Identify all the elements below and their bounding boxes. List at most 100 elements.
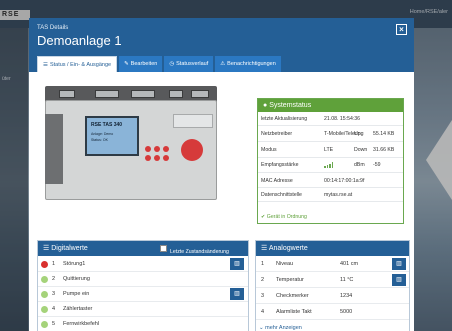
close-icon[interactable]: × bbox=[396, 24, 407, 35]
analog-row: 2 Temperatur 11 °C ▥ bbox=[256, 273, 409, 288]
system-status-header: ● Systemstatus bbox=[258, 99, 403, 112]
device-button bbox=[145, 146, 151, 152]
interface-label: Datenschnittstelle bbox=[261, 192, 302, 198]
list-icon: ☰ bbox=[261, 245, 269, 252]
device-button bbox=[163, 146, 169, 152]
tab-history-label: Statusverlauf bbox=[176, 61, 209, 67]
mac-value: 00:14:17:00:1a:9f bbox=[324, 178, 365, 184]
device-screen-title: RSE TAS 340 bbox=[91, 122, 123, 128]
chart-button[interactable]: ▥ bbox=[392, 274, 406, 286]
mode-row: Modus LTE Down 31.66 KB bbox=[258, 142, 403, 158]
tab-status[interactable]: ☰ Status / Ein- & Ausgänge bbox=[37, 56, 118, 72]
device-module bbox=[173, 114, 213, 128]
down-label: Down bbox=[354, 147, 368, 153]
inactive-status-icon bbox=[41, 306, 48, 313]
interface-value: mytas.rse.at bbox=[324, 192, 353, 198]
list-icon: ☰ bbox=[43, 245, 52, 252]
show-more-label: mehr Anzeigen bbox=[265, 325, 302, 331]
digital-row-number: 1 bbox=[52, 261, 56, 267]
last-update-row: letzte Aktualisierung 21.08. 15:54:36 bbox=[258, 113, 403, 126]
digital-values-header: ☰ Digitalwerte Letzte Zustandsänderung bbox=[38, 241, 248, 256]
digital-values-panel: ☰ Digitalwerte Letzte Zustandsänderung 1… bbox=[37, 240, 249, 331]
signal-bars-icon bbox=[324, 158, 354, 172]
digital-values-title: Digitalwerte bbox=[51, 245, 88, 252]
provider-row: Netzbetreiber T-Mobile/Telering Up 55.14… bbox=[258, 126, 403, 142]
analog-row-number: 1 bbox=[261, 261, 265, 267]
device-ok-status: ✔ Gerät in Ordnung bbox=[261, 214, 307, 220]
digital-row: 3 Pumpe ein ▥ bbox=[38, 287, 248, 302]
modal-subtitle: TAS Details bbox=[37, 25, 69, 31]
up-label: Up bbox=[354, 131, 361, 137]
mac-label: MAC Adresse bbox=[261, 178, 293, 184]
analog-row-value: 401 cm bbox=[340, 261, 359, 267]
analog-row: 3 Checkmerker 1234 bbox=[256, 289, 409, 304]
tab-bar: ☰ Status / Ein- & Ausgänge ✎ Bearbeiten ◷ S… bbox=[37, 56, 281, 72]
inactive-status-icon bbox=[41, 321, 48, 328]
alarm-status-icon bbox=[41, 261, 48, 268]
modal-header: TAS Details Demoanlage 1 × ☰ Status / Ein… bbox=[29, 18, 414, 72]
list-icon: ☰ bbox=[43, 62, 48, 68]
mode-value: LTE bbox=[324, 147, 334, 153]
tab-history[interactable]: ◷ Statusverlauf bbox=[164, 56, 214, 72]
device-button bbox=[145, 155, 151, 161]
device-port bbox=[131, 90, 155, 98]
digital-row-number: 5 bbox=[52, 321, 56, 327]
system-status-panel: ● Systemstatus letzte Aktualisierung 21.… bbox=[257, 98, 404, 224]
system-status-title: Systemstatus bbox=[269, 102, 312, 109]
device-ok-text: Gerät in Ordnung bbox=[266, 214, 307, 220]
clock-icon: ◷ bbox=[169, 61, 175, 67]
digital-row-label: Fernwirkbefehl bbox=[63, 321, 100, 327]
analog-row: 1 Niveau 401 cm ▥ bbox=[256, 257, 409, 272]
device-port bbox=[95, 90, 119, 98]
last-change-checkbox[interactable] bbox=[160, 245, 167, 252]
mac-row: MAC Adresse 00:14:17:00:1a:9f bbox=[258, 173, 403, 188]
chart-button[interactable]: ▥ bbox=[230, 258, 244, 270]
device-side-connector bbox=[45, 114, 63, 184]
digital-row-label: Störung1 bbox=[63, 261, 86, 267]
signal-row: Empfangsstärke dBm -59 bbox=[258, 158, 403, 173]
mode-label: Modus bbox=[261, 147, 277, 153]
pencil-icon: ✎ bbox=[124, 61, 129, 67]
analog-row: 4 Alarmliste Takt 5000 bbox=[256, 305, 409, 320]
device-screen-line: Status: OK bbox=[91, 138, 108, 142]
show-more-link[interactable]: ⌄ mehr Anzeigen bbox=[259, 325, 302, 331]
analog-values-header: ☰ Analogwerte bbox=[256, 241, 409, 256]
analog-row-number: 4 bbox=[261, 309, 265, 315]
analog-row-value: 11 °C bbox=[340, 277, 354, 283]
digital-row: 5 Fernwirkbefehl bbox=[38, 317, 248, 331]
dbm-label: dBm bbox=[354, 162, 365, 168]
inactive-status-icon bbox=[41, 276, 48, 283]
device-port bbox=[191, 90, 209, 98]
digital-row-label: Pumpe ein bbox=[63, 291, 90, 297]
tab-notifications-label: Benachrichtigungen bbox=[227, 61, 276, 67]
interface-row: Datenschnittstelle mytas.rse.at bbox=[258, 188, 403, 202]
digital-row-label: Zählertaster bbox=[63, 306, 93, 312]
provider-label: Netzbetreiber bbox=[261, 131, 293, 137]
digital-row-number: 3 bbox=[52, 291, 56, 297]
digital-row: 4 Zählertaster bbox=[38, 302, 248, 317]
signal-label: Empfangsstärke bbox=[261, 162, 299, 168]
device-image: RSE TAS 340 Anlage: Demo Status: OK bbox=[41, 84, 226, 209]
tab-notifications[interactable]: ⚠ Benachrichtigungen bbox=[215, 56, 281, 72]
digital-row-number: 4 bbox=[52, 306, 56, 312]
dbm-value: -59 bbox=[373, 162, 381, 168]
tab-edit-label: Bearbeiten bbox=[130, 61, 158, 67]
chart-button[interactable]: ▥ bbox=[392, 258, 406, 270]
digital-row-label: Quittierung bbox=[63, 276, 90, 282]
modal-title: Demoanlage 1 bbox=[37, 33, 122, 48]
device-port bbox=[169, 90, 183, 98]
device-button bbox=[154, 146, 160, 152]
analog-row-number: 3 bbox=[261, 293, 265, 299]
tab-edit[interactable]: ✎ Bearbeiten bbox=[119, 56, 163, 72]
device-button bbox=[163, 155, 169, 161]
analog-values-panel: ☰ Analogwerte 1 Niveau 401 cm ▥ 2 Temperatur 1… bbox=[255, 240, 410, 331]
device-screen: RSE TAS 340 Anlage: Demo Status: OK bbox=[85, 116, 139, 156]
down-value: 31.66 KB bbox=[373, 147, 395, 153]
chart-button[interactable]: ▥ bbox=[230, 288, 244, 300]
device-button bbox=[154, 155, 160, 161]
analog-row-label: Niveau bbox=[276, 261, 294, 267]
digital-row-number: 2 bbox=[52, 276, 56, 282]
digital-row: 1 Störung1 ▥ bbox=[38, 257, 248, 272]
analog-values-title: Analogwerte bbox=[268, 245, 308, 252]
warning-icon: ⚠ bbox=[220, 61, 226, 67]
